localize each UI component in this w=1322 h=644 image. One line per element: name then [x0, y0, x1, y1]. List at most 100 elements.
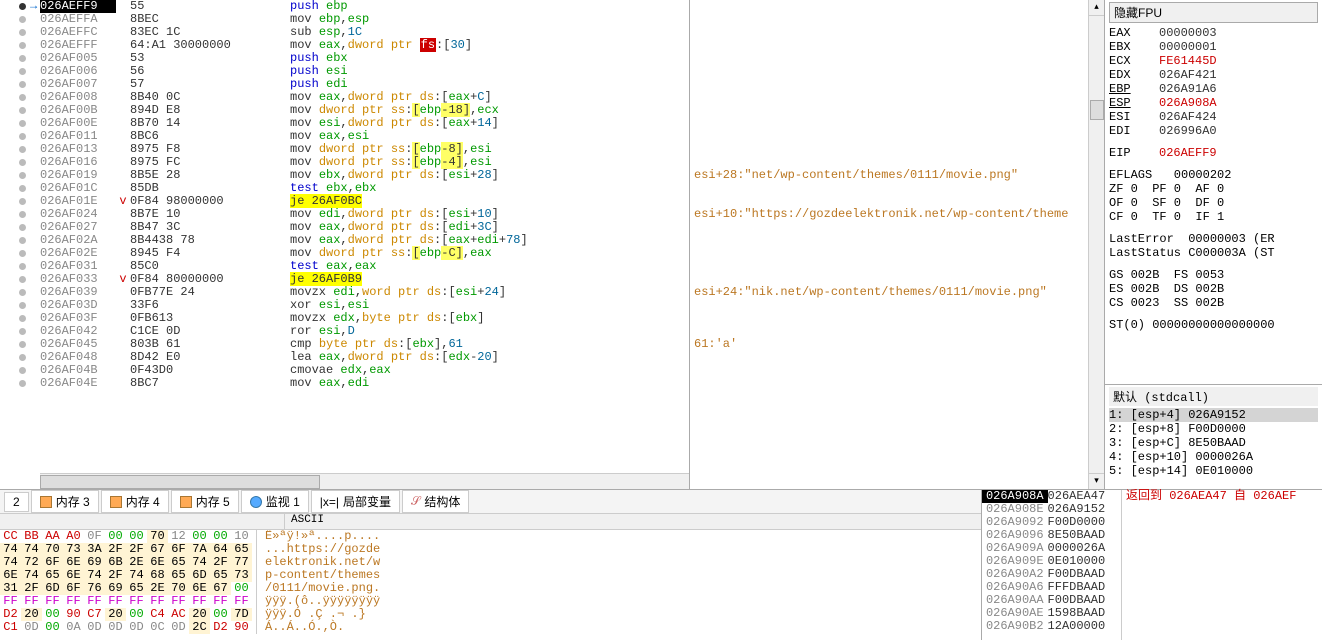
tab-watch-1[interactable]: 监视 1	[241, 490, 309, 513]
breakpoint-gutter[interactable]	[0, 273, 30, 286]
breakpoint-dot-icon	[19, 341, 26, 348]
breakpoint-dot-icon	[19, 198, 26, 205]
stack-comment	[1126, 516, 1318, 529]
dump-row[interactable]: D2200090C72000C4AC20007Dÿÿÿ.Ó .Ç .¬ .}	[0, 608, 981, 621]
breakpoint-gutter[interactable]	[0, 208, 30, 221]
stack-comment	[1126, 542, 1318, 555]
disasm-hscrollbar[interactable]	[40, 473, 689, 489]
breakpoint-gutter[interactable]	[0, 156, 30, 169]
register-value: 026996A0	[1159, 124, 1217, 138]
dump-row[interactable]: C10D000A0D0D0D0C0D2CD290Á..Á..Ó.,Ò.	[0, 621, 981, 634]
call-args-panel[interactable]: 默认 (stdcall) 1: [esp+4] 026A91522: [esp+…	[1105, 385, 1322, 489]
comment	[690, 377, 1104, 390]
dump-row[interactable]: 312F6D6F7669652E706E6700/0111/movie.png.	[0, 582, 981, 595]
fpu-row: ST(0) 00000000000000000	[1109, 318, 1318, 332]
jump-marker-icon	[116, 169, 130, 182]
breakpoint-gutter[interactable]	[0, 169, 30, 182]
breakpoint-gutter[interactable]	[0, 325, 30, 338]
breakpoint-gutter[interactable]	[0, 221, 30, 234]
breakpoint-gutter[interactable]	[0, 312, 30, 325]
breakpoint-gutter[interactable]	[0, 234, 30, 247]
breakpoint-gutter[interactable]	[0, 364, 30, 377]
stack-panel[interactable]: 026A908A026AEA47026A908E026A9152026A9092…	[982, 490, 1322, 640]
tab-locals[interactable]: |x=| 局部变量	[311, 490, 400, 513]
bytes: 53	[130, 52, 290, 65]
eip-arrow-icon	[30, 182, 40, 195]
tab-struct[interactable]: 𝒮 结构体	[402, 490, 469, 513]
dump-row[interactable]: CCBBAAA00F00007012000010Ë»ªÿ!»ª....p....	[0, 530, 981, 543]
breakpoint-gutter[interactable]	[0, 338, 30, 351]
call-arg-row[interactable]: 2: [esp+8] F00D0000	[1109, 422, 1318, 436]
jump-marker-icon	[116, 208, 130, 221]
jump-marker-icon	[116, 65, 130, 78]
scroll-thumb[interactable]	[1090, 100, 1104, 120]
comment	[690, 39, 1104, 52]
breakpoint-gutter[interactable]	[0, 65, 30, 78]
dump-row[interactable]: FFFFFFFFFFFFFFFFFFFFFFFFÿÿÿ.(ô..ÿÿÿÿÿÿÿÿ	[0, 595, 981, 608]
comment-vscrollbar[interactable]: ▴ ▾	[1088, 0, 1104, 489]
register-row[interactable]: ESP026A908A	[1109, 96, 1318, 110]
stack-row[interactable]: 026A90B212A00000	[982, 620, 1121, 633]
breakpoint-dot-icon	[19, 380, 26, 387]
breakpoint-gutter[interactable]	[0, 377, 30, 390]
register-row[interactable]: ESI026AF424	[1109, 110, 1318, 124]
breakpoint-gutter[interactable]	[0, 260, 30, 273]
register-row[interactable]: EBX00000001	[1109, 40, 1318, 54]
register-row[interactable]: EBP026A91A6	[1109, 82, 1318, 96]
registers-panel[interactable]: 隐藏FPU EAX00000003EBX00000001ECXFE61445DE…	[1105, 0, 1322, 385]
call-arg-row[interactable]: 1: [esp+4] 026A9152	[1109, 408, 1318, 422]
call-arg-row[interactable]: 5: [esp+14] 0E010000	[1109, 464, 1318, 478]
register-eip-row[interactable]: EIP026AEFF9	[1109, 146, 1318, 160]
breakpoint-gutter[interactable]	[0, 286, 30, 299]
scroll-thumb[interactable]	[40, 475, 320, 489]
dump-row[interactable]: 6E74656E742F7468656D6573p-content/themes	[0, 569, 981, 582]
register-name: EBP	[1109, 82, 1159, 96]
eip-arrow-icon	[30, 299, 40, 312]
breakpoint-gutter[interactable]	[0, 52, 30, 65]
tab-memory-3[interactable]: 内存 3	[31, 490, 99, 513]
breakpoint-gutter[interactable]	[0, 104, 30, 117]
jump-marker-icon	[116, 312, 130, 325]
breakpoint-gutter[interactable]	[0, 26, 30, 39]
breakpoint-gutter[interactable]	[0, 130, 30, 143]
register-row[interactable]: EAX00000003	[1109, 26, 1318, 40]
breakpoint-gutter[interactable]	[0, 78, 30, 91]
jump-marker-icon	[116, 377, 130, 390]
breakpoint-gutter[interactable]	[0, 351, 30, 364]
register-row[interactable]: EDX026AF421	[1109, 68, 1318, 82]
breakpoint-dot-icon	[19, 237, 26, 244]
breakpoint-gutter[interactable]	[0, 299, 30, 312]
breakpoint-dot-icon	[19, 263, 26, 270]
tab-memory-5[interactable]: 内存 5	[171, 490, 239, 513]
fpu-toggle-header[interactable]: 隐藏FPU	[1109, 2, 1318, 23]
breakpoint-gutter[interactable]	[0, 247, 30, 260]
breakpoint-gutter[interactable]	[0, 182, 30, 195]
scroll-down-icon[interactable]: ▾	[1089, 473, 1104, 489]
register-row[interactable]: ECXFE61445D	[1109, 54, 1318, 68]
breakpoint-gutter[interactable]	[0, 0, 30, 13]
breakpoint-dot-icon	[19, 224, 26, 231]
breakpoint-gutter[interactable]	[0, 143, 30, 156]
disasm-row[interactable]: 026AF04E8BC7mov eax,edi	[0, 377, 689, 390]
breakpoint-gutter[interactable]	[0, 117, 30, 130]
memory-dump-panel[interactable]: 2 内存 3 内存 4 内存 5 监视 1 |x=| 局部变量 𝒮 结构体 AS…	[0, 490, 982, 640]
breakpoint-gutter[interactable]	[0, 39, 30, 52]
disassembly-panel[interactable]: →026AEFF955push ebp026AEFFA8BECmov ebp,e…	[0, 0, 690, 489]
call-arg-row[interactable]: 3: [esp+C] 8E50BAAD	[1109, 436, 1318, 450]
breakpoint-gutter[interactable]	[0, 91, 30, 104]
jump-marker-icon	[116, 78, 130, 91]
scroll-up-icon[interactable]: ▴	[1089, 0, 1104, 16]
call-arg-row[interactable]: 4: [esp+10] 0000026A	[1109, 450, 1318, 464]
comment	[690, 182, 1104, 195]
tab-label: 内存 3	[56, 493, 90, 510]
register-row[interactable]: EDI026996A0	[1109, 124, 1318, 138]
breakpoint-gutter[interactable]	[0, 195, 30, 208]
tab-2[interactable]: 2	[4, 492, 29, 512]
dump-row[interactable]: 74726F6E696B2E6E65742F77elektronik.net/w	[0, 556, 981, 569]
dump-row[interactable]: 747470733A2F2F676F7A6465...https://gozde	[0, 543, 981, 556]
breakpoint-gutter[interactable]	[0, 13, 30, 26]
jump-marker-icon	[116, 351, 130, 364]
calling-convention-label: 默认 (stdcall)	[1109, 387, 1318, 406]
tab-memory-4[interactable]: 内存 4	[101, 490, 169, 513]
status-row: LastStatus C000003A (ST	[1109, 246, 1318, 260]
